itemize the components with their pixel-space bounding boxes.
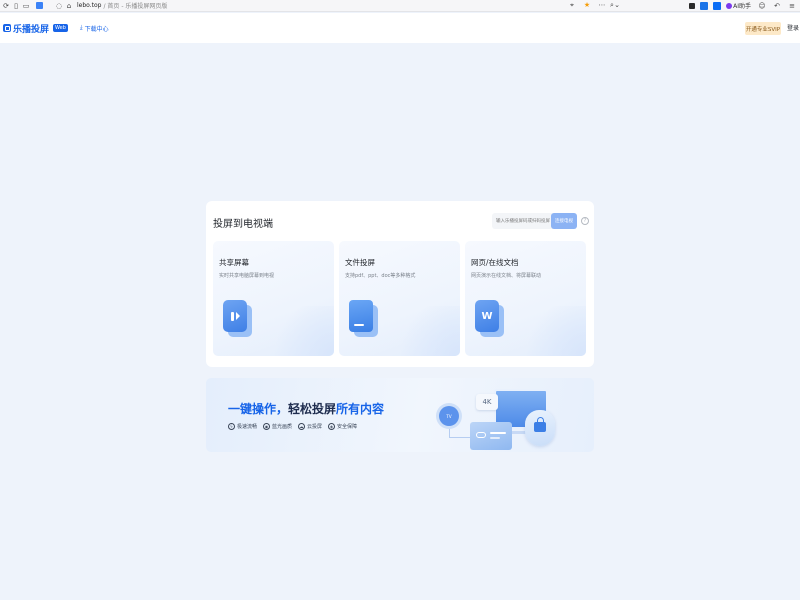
- location-icon[interactable]: ⌖: [568, 1, 576, 9]
- site-logo[interactable]: 乐播投屏 Web: [3, 22, 68, 35]
- feature-desc: 网页演示在线文档、将屏幕联动: [471, 273, 542, 279]
- user-icon[interactable]: ☺: [758, 2, 766, 10]
- question-icon[interactable]: ?: [581, 217, 589, 225]
- tab-icon[interactable]: ▭: [22, 2, 30, 10]
- feature-glow: [264, 306, 334, 356]
- lock-icon: ⌂: [66, 1, 72, 10]
- url-domain: lebo.top: [77, 2, 102, 9]
- browser-toolbar: ⟳ ▯ ▭ ◌ ⌂ lebo.top / 首页 - 乐播投屏网页版 ⌖ ★ ⋯ …: [0, 0, 800, 12]
- download-center-link[interactable]: ⤓ 下载中心: [80, 24, 109, 33]
- logo-icon: [3, 24, 11, 32]
- logo-text: 乐播投屏: [13, 24, 50, 35]
- menu-icon[interactable]: ≡: [788, 2, 796, 10]
- feature-share-screen[interactable]: 共享屏幕 实时共享电脑屏幕到电视: [213, 241, 334, 356]
- reload-icon[interactable]: ⟳: [2, 2, 10, 10]
- star-icon[interactable]: ★: [583, 1, 591, 9]
- extension-t-icon[interactable]: [713, 1, 722, 10]
- connect-tv-button[interactable]: 连接电视: [551, 213, 577, 229]
- extension-blue-icon[interactable]: [700, 1, 709, 10]
- feature-desc: 支持pdf、ppt、doc等多种格式: [345, 273, 416, 279]
- search-icon: ⌕: [610, 1, 614, 9]
- download-label: 下载中心: [84, 25, 109, 33]
- cast-card-title: 投屏到电视端: [213, 219, 273, 230]
- feature-web-doc[interactable]: 网页/在线文档 网页演示在线文档、将屏幕联动 W: [465, 241, 586, 356]
- shield-icon[interactable]: ◌: [55, 2, 63, 10]
- url-path: / 首页 - 乐播投屏网页版: [103, 3, 168, 10]
- feature-file-cast[interactable]: 文件投屏 支持pdf、ppt、doc等多种格式: [339, 241, 460, 356]
- folder-icon: [349, 300, 378, 337]
- word-doc-icon: W: [475, 300, 504, 337]
- ai-assistant-button[interactable]: AI助手: [726, 1, 751, 10]
- cast-code-input[interactable]: [492, 213, 554, 229]
- connector-line: [449, 428, 471, 438]
- feature-title: 文件投屏: [345, 258, 375, 267]
- download-icon: ⤓: [79, 24, 83, 31]
- lock-icon: [534, 417, 546, 432]
- ai-label: AI助手: [733, 3, 751, 10]
- site-header: 乐播投屏 Web ⤓ 下载中心 开通专业SVIP 登录: [0, 13, 800, 43]
- extension-grid-icon[interactable]: [689, 2, 696, 9]
- vip-button[interactable]: 开通专业SVIP: [745, 22, 781, 35]
- page-icon[interactable]: ▯: [12, 2, 20, 10]
- 4k-badge: 4K: [476, 394, 498, 410]
- feature-title: 共享屏幕: [219, 258, 249, 267]
- logo-badge: Web: [53, 24, 68, 32]
- feature-title: 网页/在线文档: [471, 258, 519, 267]
- promo-banner[interactable]: 一键操作，轻松投屏所有内容 ϟ 极速流畅 ◉ 蓝光画质 ☁ 云投屏 ◈ 安全保障 4K …: [206, 378, 594, 452]
- more-icon[interactable]: ⋯: [598, 1, 606, 9]
- ai-icon: [726, 2, 733, 9]
- screen-share-icon: [223, 300, 252, 337]
- cast-card: 投屏到电视端 连接电视 ? 共享屏幕 实时共享电脑屏幕到电视 文件投屏 支持pd…: [206, 201, 594, 367]
- feature-desc: 实时共享电脑屏幕到电视: [219, 273, 275, 279]
- feature-glow: [390, 306, 460, 356]
- site-favicon-icon: [36, 2, 43, 9]
- undo-icon[interactable]: ↶: [773, 2, 781, 10]
- tv-icon: TV: [439, 406, 459, 426]
- cloud-card-icon: [470, 422, 512, 450]
- feature-glow: [516, 306, 586, 356]
- login-button[interactable]: 登录: [787, 23, 799, 32]
- address-bar[interactable]: lebo.top / 首页 - 乐播投屏网页版: [77, 1, 167, 10]
- banner-illustration: 4K TV: [206, 378, 594, 452]
